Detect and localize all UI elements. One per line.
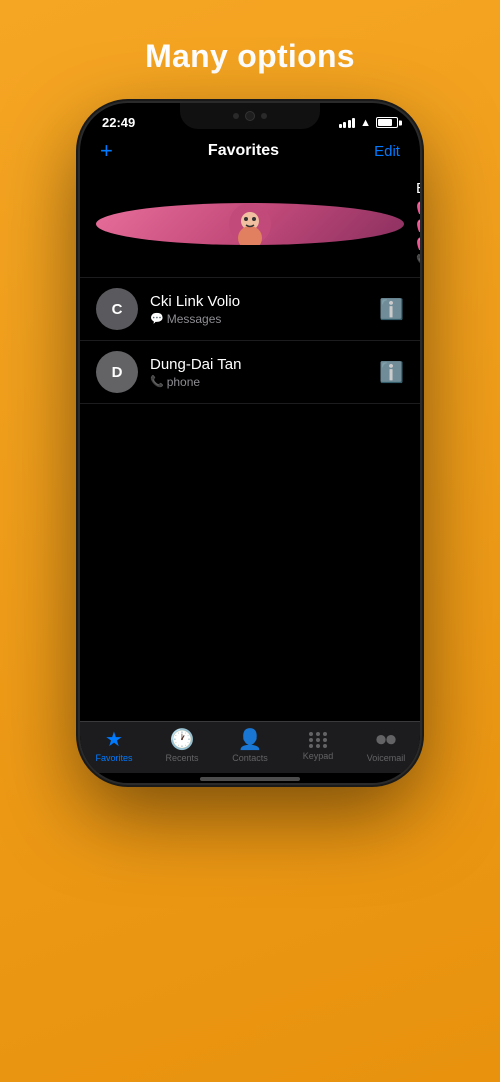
info-button[interactable]: ℹ️ — [379, 297, 404, 322]
contact-name: Dung-Dai Tan — [150, 356, 367, 373]
tab-favorites-label: Favorites — [95, 753, 132, 763]
phone-icon: 📞 — [416, 254, 420, 267]
contact-info: Dung-Dai Tan 📞 phone — [150, 356, 367, 389]
status-icons: ▲ — [339, 117, 398, 129]
contact-subtitle: 💬 Messages — [150, 312, 367, 326]
notch-camera — [245, 111, 255, 121]
tab-contacts-label: Contacts — [232, 753, 268, 763]
tab-recents[interactable]: 🕐 Recents — [152, 730, 212, 763]
home-indicator — [200, 777, 300, 781]
battery-fill — [378, 119, 392, 126]
battery-icon — [376, 117, 398, 128]
avatar-image — [229, 203, 271, 245]
tab-contacts[interactable]: 👤 Contacts — [220, 730, 280, 763]
tab-keypad[interactable]: Keypad — [288, 732, 348, 761]
list-item[interactable]: D Dung-Dai Tan 📞 phone ℹ️ — [80, 341, 420, 404]
contacts-icon: 👤 — [238, 730, 263, 750]
tab-voicemail[interactable]: ⏺⏺ Voicemail — [356, 730, 416, 763]
list-item[interactable]: C Cki Link Volio 💬 Messages ℹ️ — [80, 278, 420, 341]
tab-voicemail-label: Voicemail — [367, 753, 406, 763]
status-time: 22:49 — [102, 115, 135, 130]
contact-name: Cki Link Volio — [150, 293, 367, 310]
signal-icon — [339, 117, 356, 128]
keypad-icon — [309, 732, 328, 748]
edit-button[interactable]: Edit — [374, 143, 400, 160]
phone-icon: 📞 — [150, 375, 164, 388]
info-button[interactable]: ℹ️ — [379, 360, 404, 385]
avatar: D — [96, 351, 138, 393]
notch-dot-right — [261, 113, 267, 119]
screen: 22:49 ▲ + Favorites Edit — [80, 103, 420, 783]
add-favorite-button[interactable]: + — [100, 140, 113, 162]
voicemail-icon: ⏺⏺ — [376, 730, 396, 750]
tab-recents-label: Recents — [165, 753, 198, 763]
favorites-list: Em 💕💕💕 📞 other ℹ️ C Cki Link Volio — [80, 170, 420, 446]
phone-shell: 22:49 ▲ + Favorites Edit — [80, 103, 420, 783]
contact-subtitle: 📞 phone — [150, 375, 367, 389]
tab-favorites[interactable]: ★ Favorites — [84, 730, 144, 763]
wifi-icon: ▲ — [360, 117, 371, 129]
avatar — [96, 203, 404, 245]
page-title: Many options — [145, 38, 355, 75]
tab-keypad-label: Keypad — [303, 751, 334, 761]
recents-icon: 🕐 — [170, 730, 195, 750]
notch — [180, 103, 320, 129]
star-icon: ★ — [105, 730, 123, 750]
avatar: C — [96, 288, 138, 330]
contact-info: Cki Link Volio 💬 Messages — [150, 293, 367, 326]
message-icon: 💬 — [150, 312, 164, 325]
navigation-bar: + Favorites Edit — [80, 134, 420, 170]
notch-dot-left — [233, 113, 239, 119]
nav-title: Favorites — [208, 142, 279, 160]
empty-space — [80, 446, 420, 722]
list-item[interactable]: Em 💕💕💕 📞 other ℹ️ — [80, 170, 420, 278]
tab-bar: ★ Favorites 🕐 Recents 👤 Contacts — [80, 721, 420, 773]
